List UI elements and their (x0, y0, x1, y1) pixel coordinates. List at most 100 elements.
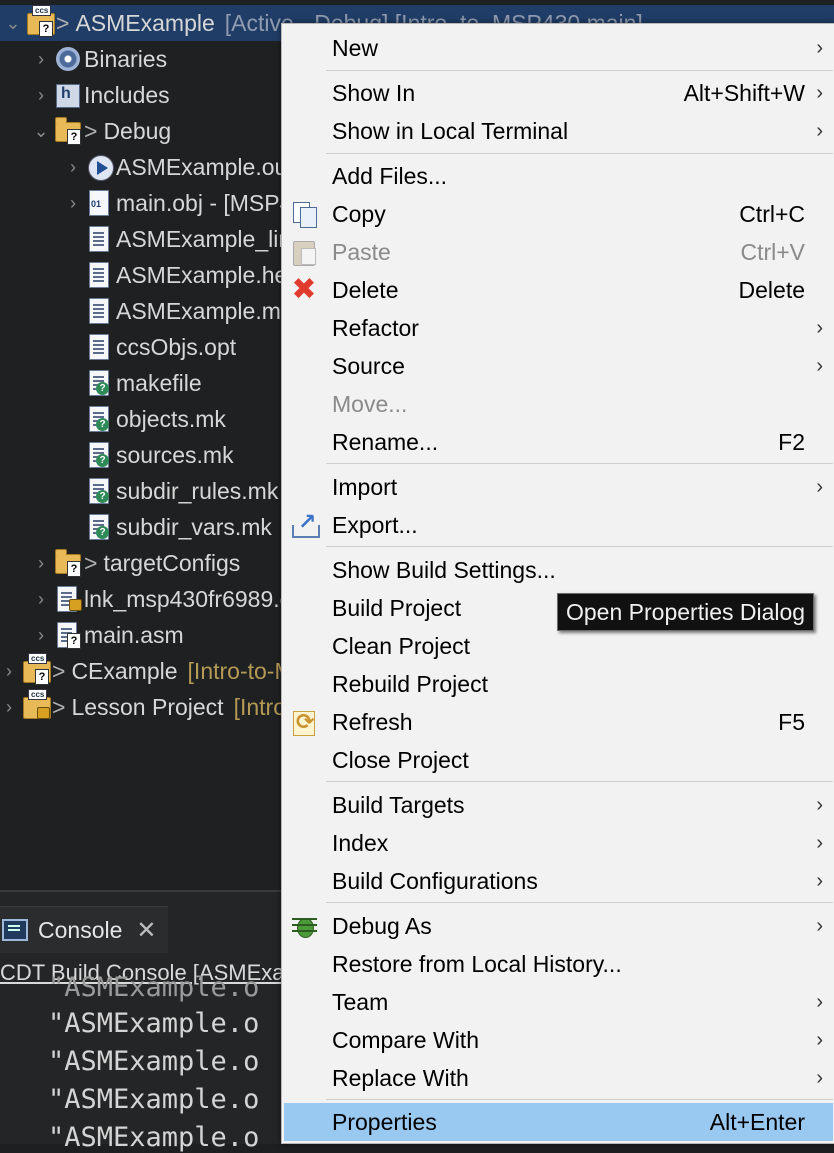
chevron-right-icon: › (816, 81, 823, 104)
tree-item-label: ASMExample.map (116, 297, 307, 324)
menu-item-shortcut: Ctrl+C (739, 200, 805, 227)
chevron-right-icon[interactable]: › (0, 661, 18, 682)
unknown-file-icon: ? (86, 513, 110, 541)
context-menu: New › Show In Alt+Shift+W › Show in Loca… (281, 23, 834, 1144)
menu-item-build-targets[interactable]: Build Targets › (284, 786, 833, 824)
chevron-right-icon: › (816, 831, 823, 854)
menu-item-show-in[interactable]: Show In Alt+Shift+W › (284, 74, 833, 112)
change-marker-icon: > (84, 117, 98, 144)
menu-item-team[interactable]: Team › (284, 983, 833, 1021)
menu-item-refresh[interactable]: Refresh F5 (284, 703, 833, 741)
menu-item-import[interactable]: Import › (284, 468, 833, 506)
bug-icon (290, 912, 318, 940)
menu-separator (326, 781, 833, 782)
menu-item-show-build-settings[interactable]: Show Build Settings... (284, 551, 833, 589)
menu-item-label: Source (332, 352, 405, 379)
unknown-file-icon: ? (86, 405, 110, 433)
refresh-icon (290, 708, 318, 736)
chevron-right-icon[interactable]: › (32, 625, 50, 646)
linker-file-icon (54, 585, 82, 613)
close-icon[interactable]: ✕ (136, 916, 156, 945)
menu-item-rebuild-project[interactable]: Rebuild Project (284, 665, 833, 703)
menu-item-shortcut: Ctrl+V (740, 238, 805, 265)
tree-item-label: main.asm (84, 621, 184, 648)
menu-item-paste[interactable]: Paste Ctrl+V (284, 233, 833, 271)
tree-item-label: sources.mk (116, 441, 234, 468)
menu-item-label: Add Files... (332, 162, 448, 189)
menu-item-shortcut: Delete (738, 276, 805, 303)
tree-item-label: Includes (84, 81, 170, 108)
menu-item-shortcut: Alt+Shift+W (683, 79, 805, 106)
menu-item-label: Team (332, 988, 389, 1015)
menu-item-label: Refactor (332, 314, 419, 341)
chevron-right-icon: › (816, 316, 823, 339)
menu-item-build-configurations[interactable]: Build Configurations › (284, 862, 833, 900)
menu-item-index[interactable]: Index › (284, 824, 833, 862)
menu-item-close-project[interactable]: Close Project (284, 741, 833, 779)
menu-separator (326, 153, 833, 154)
menu-item-label: Import (332, 473, 398, 500)
chevron-right-icon[interactable]: › (32, 49, 50, 70)
executable-icon (86, 153, 114, 181)
chevron-right-icon[interactable]: › (32, 85, 50, 106)
file-icon (86, 261, 110, 289)
menu-item-label: Replace With (332, 1064, 469, 1091)
menu-item-compare-with[interactable]: Compare With › (284, 1021, 833, 1059)
chevron-right-icon[interactable]: › (0, 697, 18, 718)
menu-item-copy[interactable]: Copy Ctrl+C (284, 195, 833, 233)
menu-item-delete[interactable]: ✖ Delete Delete (284, 271, 833, 309)
console-line: "ASMExample.o (48, 1084, 260, 1115)
folder-icon: ? (54, 117, 81, 145)
chevron-right-icon: › (816, 36, 823, 59)
menu-item-move[interactable]: Move... (284, 385, 833, 423)
asm-file-icon: ? (54, 621, 81, 649)
menu-item-replace-with[interactable]: Replace With › (284, 1059, 833, 1097)
menu-item-label: Close Project (332, 746, 469, 773)
menu-item-add-files[interactable]: Add Files... (284, 157, 833, 195)
menu-item-debug-as[interactable]: Debug As › (284, 907, 833, 945)
tree-item-label: ASMExample.out (116, 153, 294, 180)
chevron-right-icon: › (816, 990, 823, 1013)
chevron-right-icon: › (816, 793, 823, 816)
change-marker-icon: > (52, 657, 66, 684)
includes-icon (54, 81, 80, 109)
menu-item-label: Show In (332, 79, 416, 106)
tree-item-label: targetConfigs (103, 549, 241, 576)
tree-item-label: Lesson Project (71, 693, 224, 720)
menu-item-label: Copy (332, 200, 386, 227)
chevron-right-icon[interactable]: › (32, 589, 50, 610)
menu-item-label: Clean Project (332, 632, 471, 659)
menu-item-show-in-local-terminal[interactable]: Show in Local Terminal › (284, 112, 833, 150)
chevron-right-icon[interactable]: › (32, 553, 50, 574)
change-marker-icon: > (84, 549, 98, 576)
menu-item-label: Export... (332, 511, 418, 538)
chevron-down-icon[interactable]: ⌄ (4, 13, 22, 34)
chevron-right-icon[interactable]: › (64, 157, 82, 178)
menu-item-label: Build Targets (332, 791, 465, 818)
menu-item-properties[interactable]: Properties Alt+Enter (284, 1103, 833, 1141)
menu-item-rename[interactable]: Rename... F2 (284, 423, 833, 461)
chevron-down-icon[interactable]: ⌄ (32, 121, 50, 142)
menu-item-new[interactable]: New › (284, 29, 833, 67)
menu-item-shortcut: F5 (778, 708, 805, 735)
menu-item-restore-local-history[interactable]: Restore from Local History... (284, 945, 833, 983)
menu-item-label: Rebuild Project (332, 670, 488, 697)
menu-item-source[interactable]: Source › (284, 347, 833, 385)
menu-item-label: Build Project (332, 594, 462, 621)
chevron-right-icon[interactable]: › (64, 193, 82, 214)
menu-item-shortcut: Alt+Enter (709, 1108, 805, 1135)
ccs-project-icon: ? (26, 5, 55, 37)
menu-item-label: Delete (332, 276, 399, 303)
menu-separator (326, 1099, 833, 1100)
tree-item-label: ASMExample.hex (116, 261, 299, 288)
menu-item-refactor[interactable]: Refactor › (284, 309, 833, 347)
unknown-file-icon: ? (86, 477, 110, 505)
tab-console[interactable]: Console ✕ (0, 906, 168, 953)
menu-item-clean-project[interactable]: Clean Project (284, 627, 833, 665)
menu-item-export[interactable]: Export... (284, 506, 833, 544)
export-icon (290, 509, 320, 539)
file-icon (86, 297, 110, 325)
menu-separator (326, 463, 833, 464)
menu-item-label: Show Build Settings... (332, 556, 556, 583)
menu-item-label: Build Configurations (332, 867, 538, 894)
